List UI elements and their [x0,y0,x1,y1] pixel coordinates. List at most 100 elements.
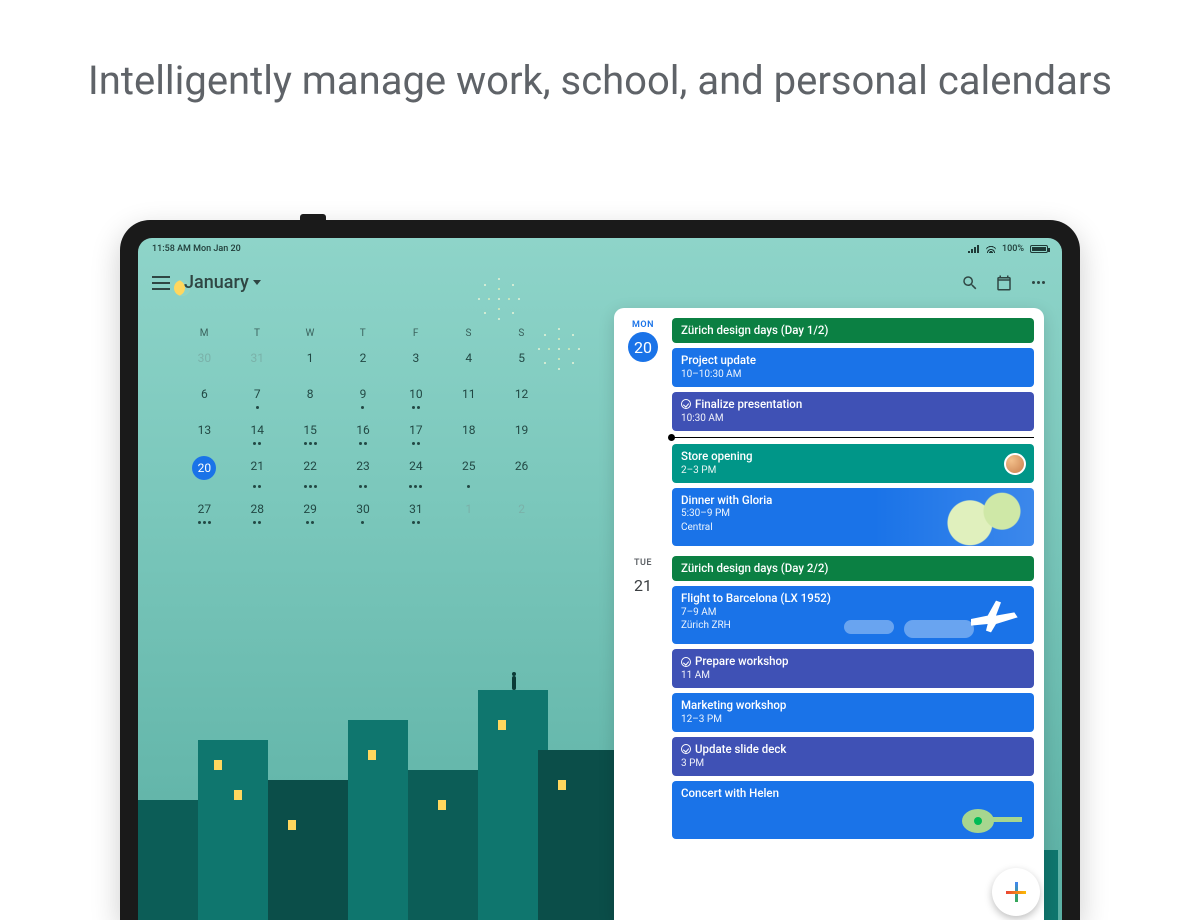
event-card[interactable]: Prepare workshop 11 AM [672,649,1034,688]
chevron-down-icon [253,280,261,285]
more-button[interactable] [1028,273,1048,293]
mini-cal-weekday: T [337,328,390,339]
event-time: 12–3 PM [681,714,1025,727]
mini-cal-weekday: F [389,328,442,339]
mini-cal-day[interactable]: 9 [337,381,390,407]
current-time-indicator [672,437,1034,438]
mini-cal-weekday: M [178,328,231,339]
event-card[interactable]: Zürich design days (Day 2/2) [672,556,1034,581]
mini-cal-day[interactable]: 4 [442,345,495,371]
mini-cal-day[interactable]: 31 [231,345,284,371]
event-card[interactable]: Update slide deck 3 PM [672,737,1034,776]
cellular-signal-icon [968,245,980,253]
mini-cal-day[interactable]: 1 [442,496,495,522]
event-time: 10–10:30 AM [681,369,1025,382]
task-check-icon [681,744,691,754]
mini-cal-day[interactable]: 16 [337,417,390,443]
mini-cal-day[interactable]: 23 [337,453,390,486]
mini-cal-day[interactable]: 1 [284,345,337,371]
guitar-icon [958,795,1028,835]
event-title: Zürich design days (Day 1/2) [681,323,828,337]
mini-cal-day[interactable]: 31 [389,496,442,522]
event-card[interactable]: Store opening 2–3 PM [672,444,1034,483]
agenda-panel[interactable]: MON 20 Zürich design days (Day 1/2) Project… [614,308,1044,920]
more-horizontal-icon [1032,281,1045,284]
battery-icon [1030,245,1048,253]
mini-cal-day[interactable]: 7 [231,381,284,407]
create-event-fab[interactable] [992,868,1040,916]
event-card[interactable]: Project update 10–10:30 AM [672,348,1034,387]
event-time: 11 AM [681,670,1025,683]
event-title: Store opening [681,449,753,463]
mini-cal-day[interactable]: 21 [231,453,284,486]
mini-cal-day[interactable]: 30 [337,496,390,522]
search-icon [961,274,979,292]
mini-cal-day[interactable]: 20 [178,453,231,486]
mini-cal-day[interactable]: 28 [231,496,284,522]
person-silhouette-icon [512,676,516,690]
mini-cal-day[interactable]: 18 [442,417,495,443]
battery-percent: 100% [1002,244,1024,254]
event-title: Project update [681,353,756,367]
event-title: Finalize presentation [695,397,802,411]
mini-cal-day[interactable]: 13 [178,417,231,443]
event-card[interactable]: Concert with Helen [672,781,1034,839]
calendar-today-icon [995,274,1013,292]
attendee-avatar [1004,453,1026,475]
mini-cal-day[interactable]: 14 [231,417,284,443]
event-card[interactable]: Zürich design days (Day 1/2) [672,318,1034,343]
mini-cal-day[interactable]: 3 [389,345,442,371]
agenda-day: TUE21Zürich design days (Day 2/2)Flight … [624,556,1034,839]
app-header: January [138,264,1062,301]
mini-cal-day[interactable]: 30 [178,345,231,371]
mini-cal-day[interactable]: 26 [495,453,548,486]
wifi-icon [986,245,996,253]
agenda-weekday: MON [624,320,662,330]
month-label: January [184,272,249,293]
month-selector[interactable]: January [184,272,261,293]
mini-cal-day[interactable]: 24 [389,453,442,486]
mini-cal-day[interactable]: 11 [442,381,495,407]
mini-cal-day[interactable]: 25 [442,453,495,486]
tablet-screen: 11:58 AM Mon Jan 20 100% January [138,238,1062,920]
mini-cal-day[interactable]: 2 [495,496,548,522]
mini-cal-day[interactable]: 2 [337,345,390,371]
status-bar: 11:58 AM Mon Jan 20 100% [138,244,1062,254]
agenda-day-number[interactable]: 20 [628,332,658,362]
mini-calendar: MTWTFSS 30311234567891011121314151617181… [178,328,548,532]
mini-cal-day[interactable]: 8 [284,381,337,407]
plus-icon [1006,882,1026,902]
event-time: 3 PM [681,758,1025,771]
mini-cal-weekday: S [495,328,548,339]
event-title: Dinner with Gloria [681,493,772,507]
today-button[interactable] [994,273,1014,293]
mini-cal-day[interactable]: 15 [284,417,337,443]
mini-cal-day[interactable]: 19 [495,417,548,443]
event-card[interactable]: Finalize presentation10:30 AM [672,392,1034,431]
event-title: Prepare workshop [695,654,789,668]
event-title: Flight to Barcelona (LX 1952) [681,591,831,605]
event-time: 2–3 PM [681,465,1025,478]
search-button[interactable] [960,273,980,293]
task-check-icon [681,657,691,667]
mini-cal-day[interactable]: 6 [178,381,231,407]
mini-cal-day[interactable]: 29 [284,496,337,522]
mini-cal-day[interactable]: 17 [389,417,442,443]
agenda-day-number[interactable]: 21 [628,570,658,600]
event-title: Concert with Helen [681,786,779,800]
event-title: Zürich design days (Day 2/2) [681,561,828,575]
mini-cal-day[interactable]: 22 [284,453,337,486]
marketing-headline: Intelligently manage work, school, and p… [0,0,1200,137]
menu-button[interactable] [152,276,170,290]
mini-cal-day[interactable]: 5 [495,345,548,371]
event-card[interactable]: Dinner with Gloria5:30–9 PMCentral [672,488,1034,546]
mini-cal-day[interactable]: 27 [178,496,231,522]
mini-cal-day[interactable]: 10 [389,381,442,407]
mini-cal-day[interactable]: 12 [495,381,548,407]
event-card[interactable]: Flight to Barcelona (LX 1952)7–9 AMZüric… [672,586,1034,644]
mini-cal-weekday: T [231,328,284,339]
event-title: Update slide deck [695,742,786,756]
event-title: Marketing workshop [681,698,786,712]
agenda-day: MON 20 Zürich design days (Day 1/2) Project… [624,318,1034,546]
event-card[interactable]: Marketing workshop 12–3 PM [672,693,1034,732]
